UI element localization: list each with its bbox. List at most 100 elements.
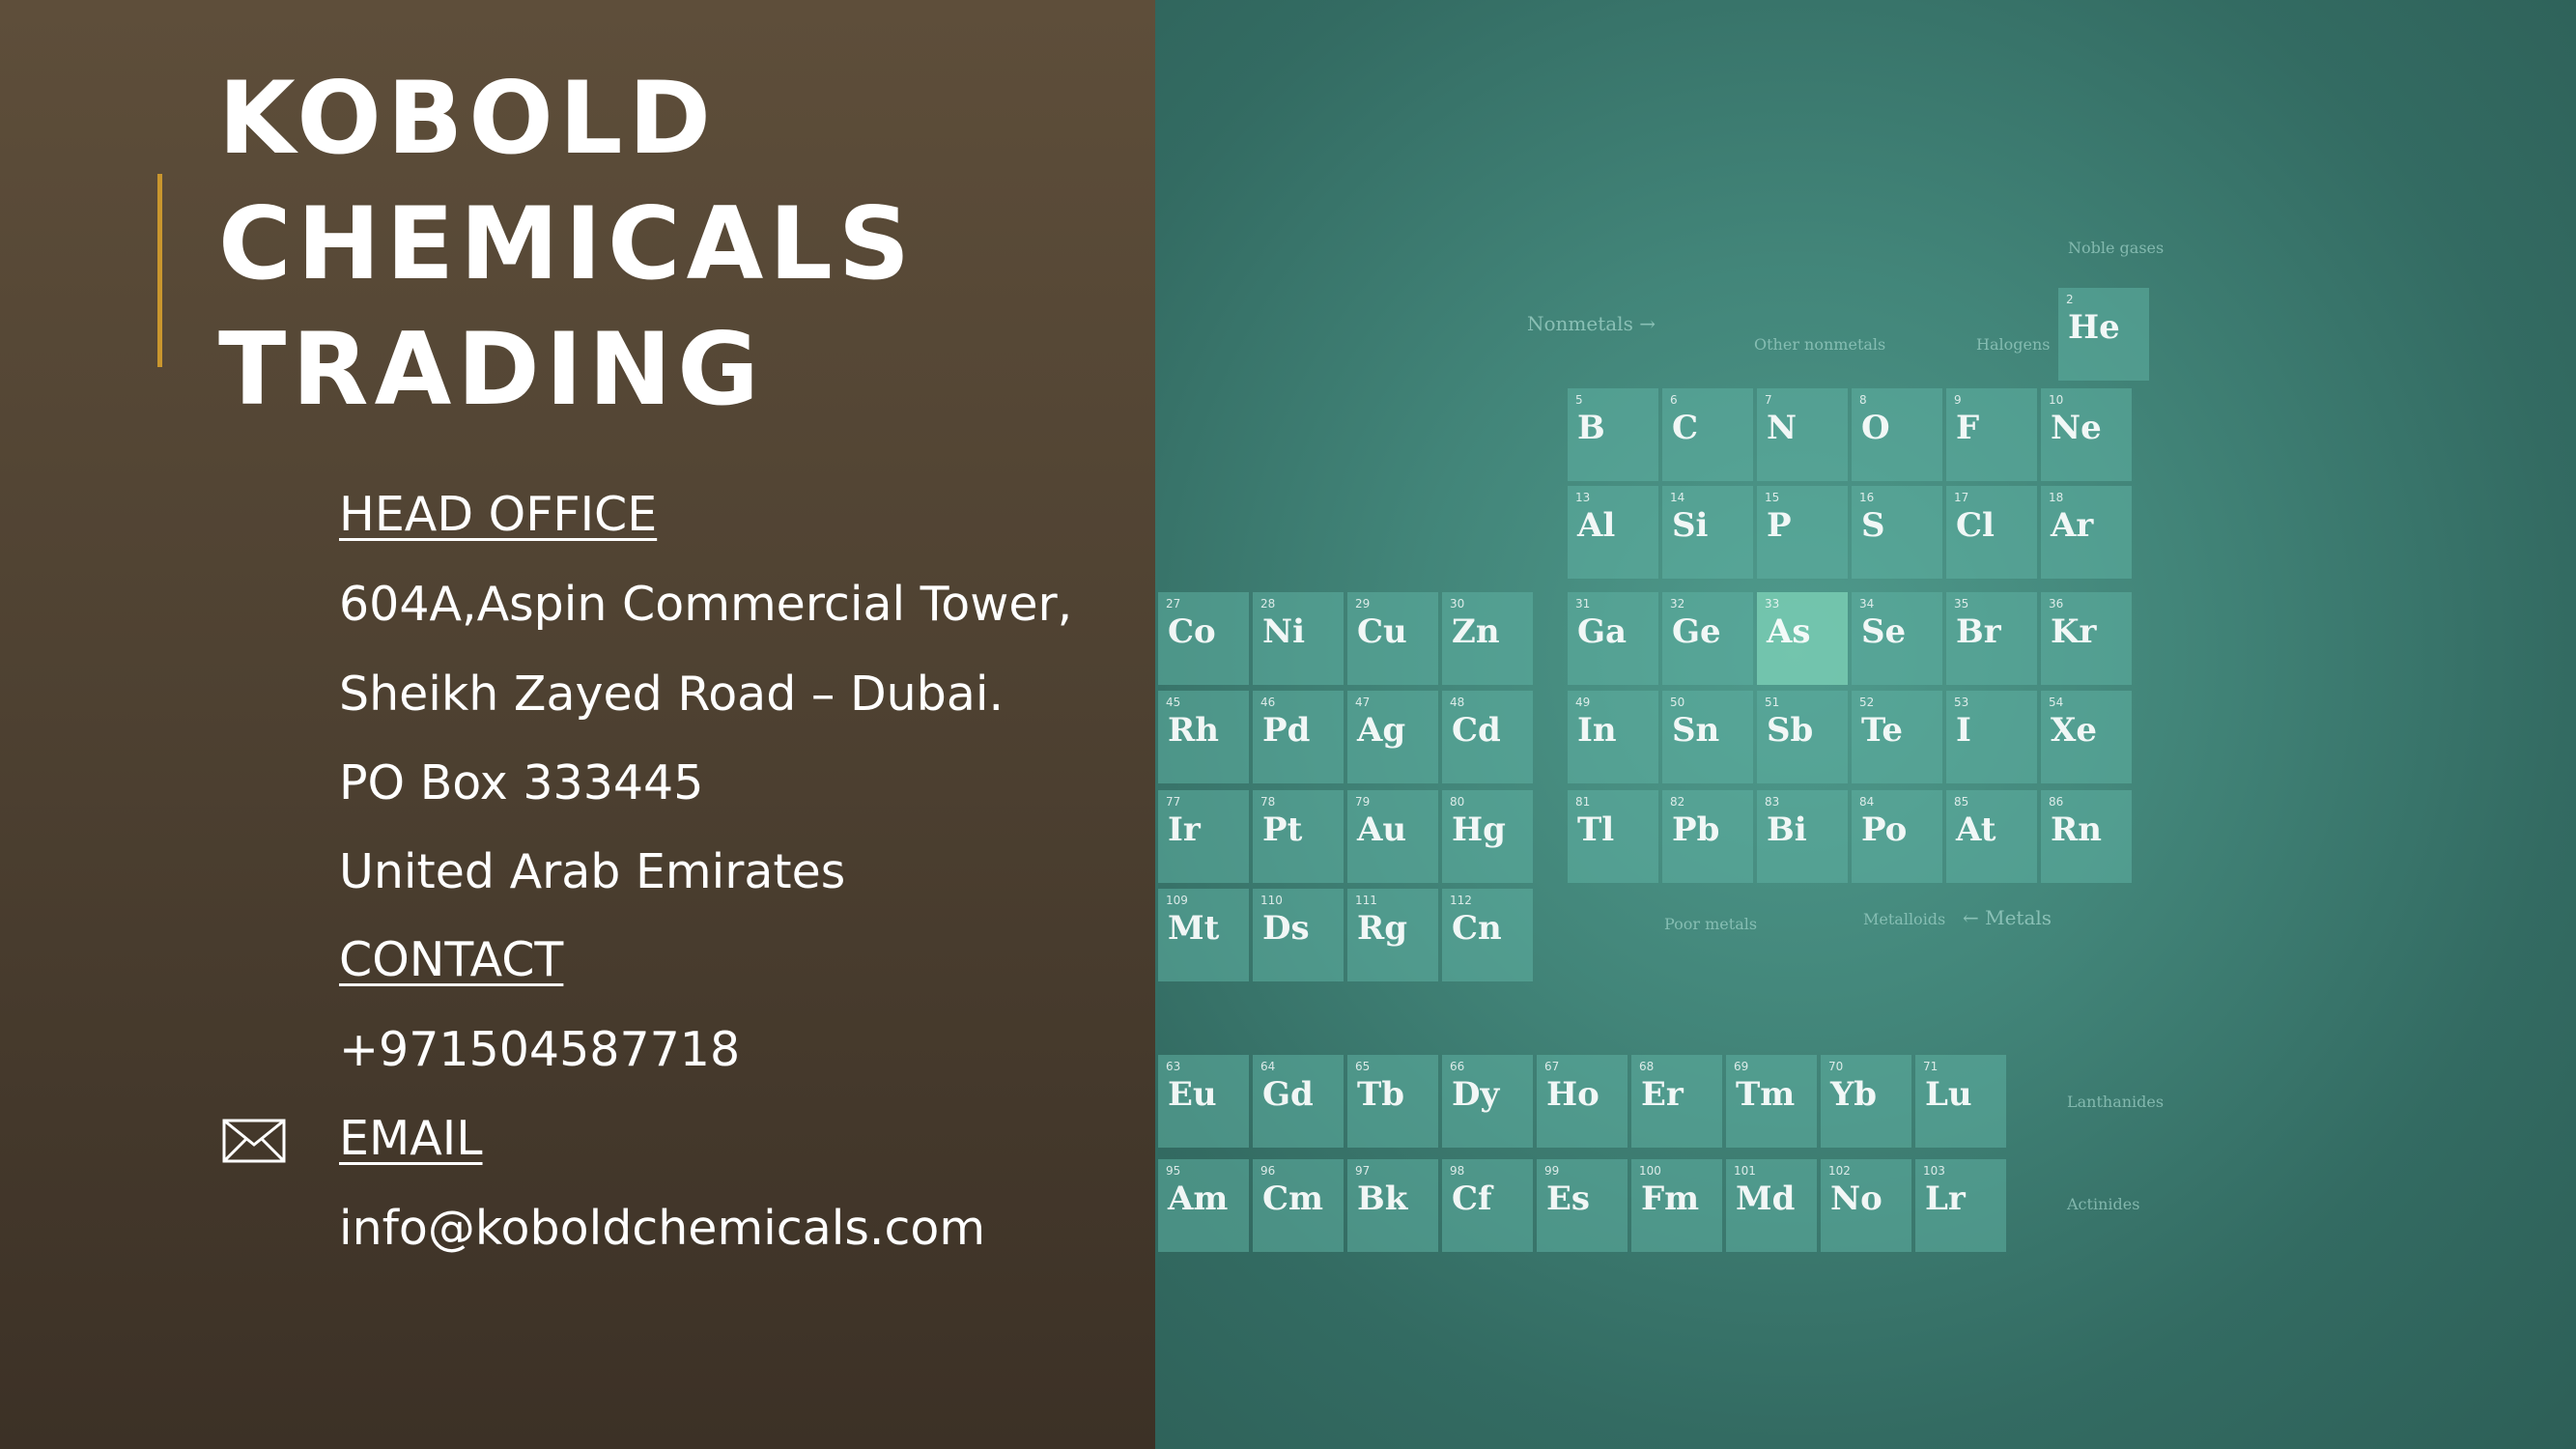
element-number: 86 [2049, 795, 2063, 809]
element-tile: 84Po [1852, 790, 1942, 883]
element-tile: 66 Dy [1442, 1055, 1533, 1148]
element-symbol: Co [1168, 612, 1216, 651]
element-symbol: B [1577, 409, 1605, 447]
element-symbol: Ag [1356, 711, 1405, 750]
element-symbol: Md [1736, 1179, 1795, 1218]
element-symbol: Zn [1452, 612, 1500, 651]
group-label-actinides: Actinides [2066, 1195, 2139, 1213]
email-address[interactable]: info@koboldchemicals.com [339, 1200, 985, 1258]
element-tile: 28Ni [1253, 592, 1344, 685]
element-tile: 112 Cn [1442, 889, 1533, 981]
contact-heading: CONTACT [339, 932, 564, 987]
element-number: 65 [1355, 1060, 1370, 1073]
element-tile: 35Br [1946, 592, 2037, 685]
envelope-icon [222, 1119, 286, 1163]
element-tile: 64 Gd [1253, 1055, 1344, 1148]
element-number: 53 [1954, 696, 1968, 709]
phone-number[interactable]: +971504587718 [339, 1021, 740, 1079]
element-symbol: Ni [1262, 612, 1305, 651]
element-number: 50 [1670, 696, 1684, 709]
element-tile: 32Ge [1662, 592, 1753, 685]
element-symbol: Ir [1168, 810, 1202, 849]
element-symbol: Eu [1168, 1075, 1217, 1114]
element-tile: 81Tl [1568, 790, 1658, 883]
group-label-metalloids: Metalloids [1863, 910, 1945, 928]
element-symbol: Kr [2051, 612, 2098, 651]
group-label-other-nonmetals: Other nonmetals [1754, 335, 1885, 354]
element-symbol: Ho [1546, 1075, 1599, 1114]
element-number: 109 [1166, 894, 1188, 907]
element-symbol: Cl [1956, 506, 1995, 545]
element-symbol: Au [1356, 810, 1406, 849]
element-symbol: Se [1861, 612, 1906, 651]
element-number: 16 [1859, 491, 1874, 504]
element-number: 71 [1923, 1060, 1938, 1073]
element-number: 54 [2049, 696, 2063, 709]
element-number: 34 [1859, 597, 1874, 611]
element-number: 81 [1575, 795, 1590, 809]
element-tile: 111 Rg [1347, 889, 1438, 981]
element-number: 14 [1670, 491, 1684, 504]
element-symbol: Es [1546, 1179, 1590, 1218]
element-symbol: O [1861, 409, 1890, 447]
element-tile: 30Zn [1442, 592, 1533, 685]
element-number: 2 [2066, 293, 2074, 306]
element-tile: 10 Ne [2041, 388, 2132, 481]
element-number: 98 [1450, 1164, 1464, 1178]
element-tile: 51 Sb [1757, 691, 1848, 783]
element-tile: 103Lr [1915, 1159, 2006, 1252]
element-tile: 13 Al [1568, 486, 1658, 579]
element-number: 6 [1670, 393, 1678, 407]
element-tile: 68 Er [1631, 1055, 1722, 1148]
element-number: 31 [1575, 597, 1590, 611]
element-tile: 52 Te [1852, 691, 1942, 783]
element-tile: 96Cm [1253, 1159, 1344, 1252]
element-symbol: Bi [1767, 810, 1807, 849]
element-tile: 102No [1821, 1159, 1911, 1252]
element-tile: 99Es [1537, 1159, 1628, 1252]
element-number: 15 [1765, 491, 1779, 504]
element-number: 32 [1670, 597, 1684, 611]
periodic-table-graphic: Noble gases Nonmetals → Other nonmetals … [1158, 239, 2164, 1252]
element-symbol: Dy [1452, 1075, 1500, 1114]
element-number: 27 [1166, 597, 1180, 611]
element-symbol: No [1830, 1179, 1882, 1218]
element-tile: 34Se [1852, 592, 1942, 685]
group-label-nonmetals: Nonmetals → [1527, 312, 1656, 335]
element-tile: 65 Tb [1347, 1055, 1438, 1148]
element-number: 99 [1544, 1164, 1559, 1178]
element-tile: 98Cf [1442, 1159, 1533, 1252]
element-number: 47 [1355, 696, 1370, 709]
element-number: 84 [1859, 795, 1874, 809]
element-symbol: Cm [1262, 1179, 1323, 1218]
group-label-lanthanides: Lanthanides [2067, 1093, 2164, 1111]
element-symbol: Er [1641, 1075, 1684, 1114]
element-tile: 6C [1662, 388, 1753, 481]
element-symbol: He [2068, 308, 2120, 347]
element-symbol: Cd [1452, 711, 1501, 750]
element-symbol: Cu [1357, 612, 1407, 651]
element-symbol: Tl [1577, 810, 1614, 849]
element-symbol: Hg [1452, 810, 1506, 849]
address-line: Sheikh Zayed Road – Dubai. [339, 667, 1005, 722]
element-tile: 8O [1852, 388, 1942, 481]
element-number: 30 [1450, 597, 1464, 611]
element-symbol: Si [1672, 506, 1709, 545]
element-number: 51 [1765, 696, 1779, 709]
element-number: 35 [1954, 597, 1968, 611]
element-tile: 70 Yb [1821, 1055, 1911, 1148]
element-tile: 71 Lu [1915, 1055, 2006, 1148]
group-label-metals: ← Metals [1963, 906, 2052, 929]
element-symbol: At [1955, 810, 1996, 849]
element-symbol: S [1861, 506, 1885, 545]
element-number: 64 [1260, 1060, 1275, 1073]
element-tile: 67 Ho [1537, 1055, 1628, 1148]
element-tile: 33As [1757, 592, 1848, 685]
element-tile: 5B [1568, 388, 1658, 481]
element-tile: 95Am [1158, 1159, 1249, 1252]
element-number: 13 [1575, 491, 1590, 504]
element-symbol: Bk [1357, 1179, 1409, 1218]
element-number: 79 [1355, 795, 1370, 809]
element-tile: 82Pb [1662, 790, 1753, 883]
element-symbol: N [1767, 409, 1797, 447]
